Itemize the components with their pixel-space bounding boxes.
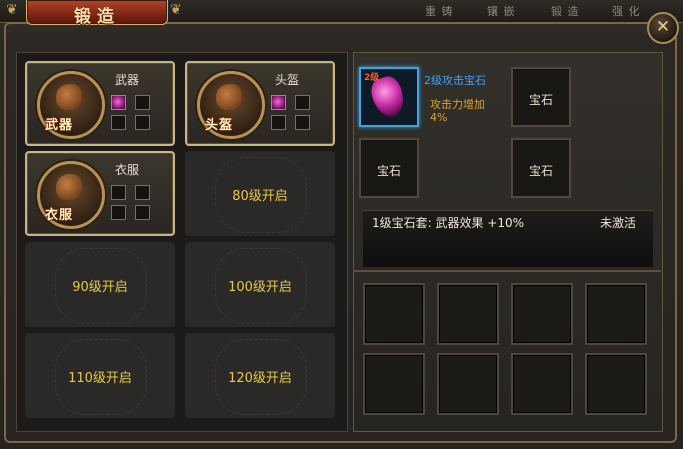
inventory-slot-7[interactable] — [511, 353, 573, 415]
divider — [353, 270, 661, 272]
title-tab: 锻造 — [26, 0, 168, 27]
gem-socket-label: 宝石 — [528, 164, 553, 178]
armor-gem-socket-1[interactable] — [111, 185, 126, 200]
gem-socket-2[interactable]: 宝石 — [511, 67, 571, 127]
armor-icon: 衣服 — [37, 161, 105, 229]
gem-description: 攻击力增加4% — [430, 98, 485, 124]
equipment-slot-weapon[interactable]: 武器 武器 — [25, 61, 175, 146]
weapon-gem-socket-1[interactable] — [111, 95, 126, 110]
weapon-gem-socket-3[interactable] — [111, 115, 126, 130]
gem-socket-selected[interactable]: 2级 — [359, 67, 419, 127]
weapon-gem-socket-2[interactable] — [135, 95, 150, 110]
gem-socket-label: 宝石 — [528, 93, 553, 107]
window-title: 锻造 — [74, 7, 120, 27]
gem-socket-3[interactable]: 宝石 — [359, 138, 419, 198]
locked-slot-90: 90级开启 — [25, 242, 175, 327]
armor-picture — [56, 174, 82, 200]
inventory-slot-1[interactable] — [363, 283, 425, 345]
tab-rebuild[interactable]: 重 铸 — [425, 3, 454, 19]
locked-slot-label: 80级开启 — [232, 189, 288, 204]
locked-slot-110: 110级开启 — [25, 333, 175, 418]
equipment-panel: 武器 武器 头盔 头盔 衣服 衣服 80级开启 90级开启 100级开启 110… — [16, 52, 348, 432]
helmet-gem-socket-2[interactable] — [295, 95, 310, 110]
locked-slot-label: 110级开启 — [68, 371, 132, 386]
locked-slot-100: 100级开启 — [185, 242, 335, 327]
armor-gem-socket-4[interactable] — [135, 205, 150, 220]
inventory-slot-6[interactable] — [437, 353, 499, 415]
armor-badge: 衣服 — [45, 208, 74, 223]
locked-slot-label: 120级开启 — [228, 371, 292, 386]
gem-level-tag: 2级 — [364, 73, 380, 83]
helmet-name: 头盔 — [275, 73, 300, 87]
locked-slot-label: 90级开启 — [72, 280, 128, 295]
weapon-badge: 武器 — [45, 118, 74, 133]
forge-window: 重 铸 镶 嵌 锻 造 强 化 锻造 ❦ ❦ ✕ 武器 武器 头盔 头盔 衣服 … — [0, 0, 683, 449]
gem-socket-label: 宝石 — [376, 164, 401, 178]
armor-name: 衣服 — [115, 163, 140, 177]
helmet-gem-socket-1[interactable] — [271, 95, 286, 110]
armor-gem-socket-2[interactable] — [135, 185, 150, 200]
inventory-slot-8[interactable] — [585, 353, 647, 415]
helmet-picture — [216, 84, 242, 110]
locked-slot-120: 120级开启 — [185, 333, 335, 418]
tab-inlay[interactable]: 镶 嵌 — [487, 3, 516, 19]
left-ornament-icon: ❦ — [6, 2, 18, 18]
helmet-badge: 头盔 — [205, 118, 234, 133]
armor-gem-socket-3[interactable] — [111, 205, 126, 220]
weapon-icon: 武器 — [37, 71, 105, 139]
gem-set-effect: 1级宝石套: 武器效果 +10% — [372, 216, 525, 230]
weapon-gem-socket-4[interactable] — [135, 115, 150, 130]
inventory-slot-4[interactable] — [585, 283, 647, 345]
helmet-icon: 头盔 — [197, 71, 265, 139]
locked-slot-80: 80级开启 — [185, 151, 335, 236]
gem-socket-4[interactable]: 宝石 — [511, 138, 571, 198]
equipment-slot-armor[interactable]: 衣服 衣服 — [25, 151, 175, 236]
locked-slot-label: 100级开启 — [228, 280, 292, 295]
inventory-slot-2[interactable] — [437, 283, 499, 345]
tab-enhance[interactable]: 强 化 — [612, 3, 641, 19]
right-ornament-icon: ❦ — [170, 2, 182, 18]
equipment-slot-helmet[interactable]: 头盔 头盔 — [185, 61, 335, 146]
weapon-name: 武器 — [115, 73, 140, 87]
gem-name: 2级攻击宝石 — [424, 74, 486, 87]
weapon-picture — [56, 84, 82, 110]
gem-set-status: 未激活 — [600, 216, 637, 230]
close-icon: ✕ — [655, 17, 671, 37]
tab-forge[interactable]: 锻 造 — [551, 3, 580, 19]
inventory-slot-5[interactable] — [363, 353, 425, 415]
helmet-gem-socket-4[interactable] — [295, 115, 310, 130]
close-button[interactable]: ✕ — [647, 12, 679, 44]
inventory-slot-3[interactable] — [511, 283, 573, 345]
helmet-gem-socket-3[interactable] — [271, 115, 286, 130]
